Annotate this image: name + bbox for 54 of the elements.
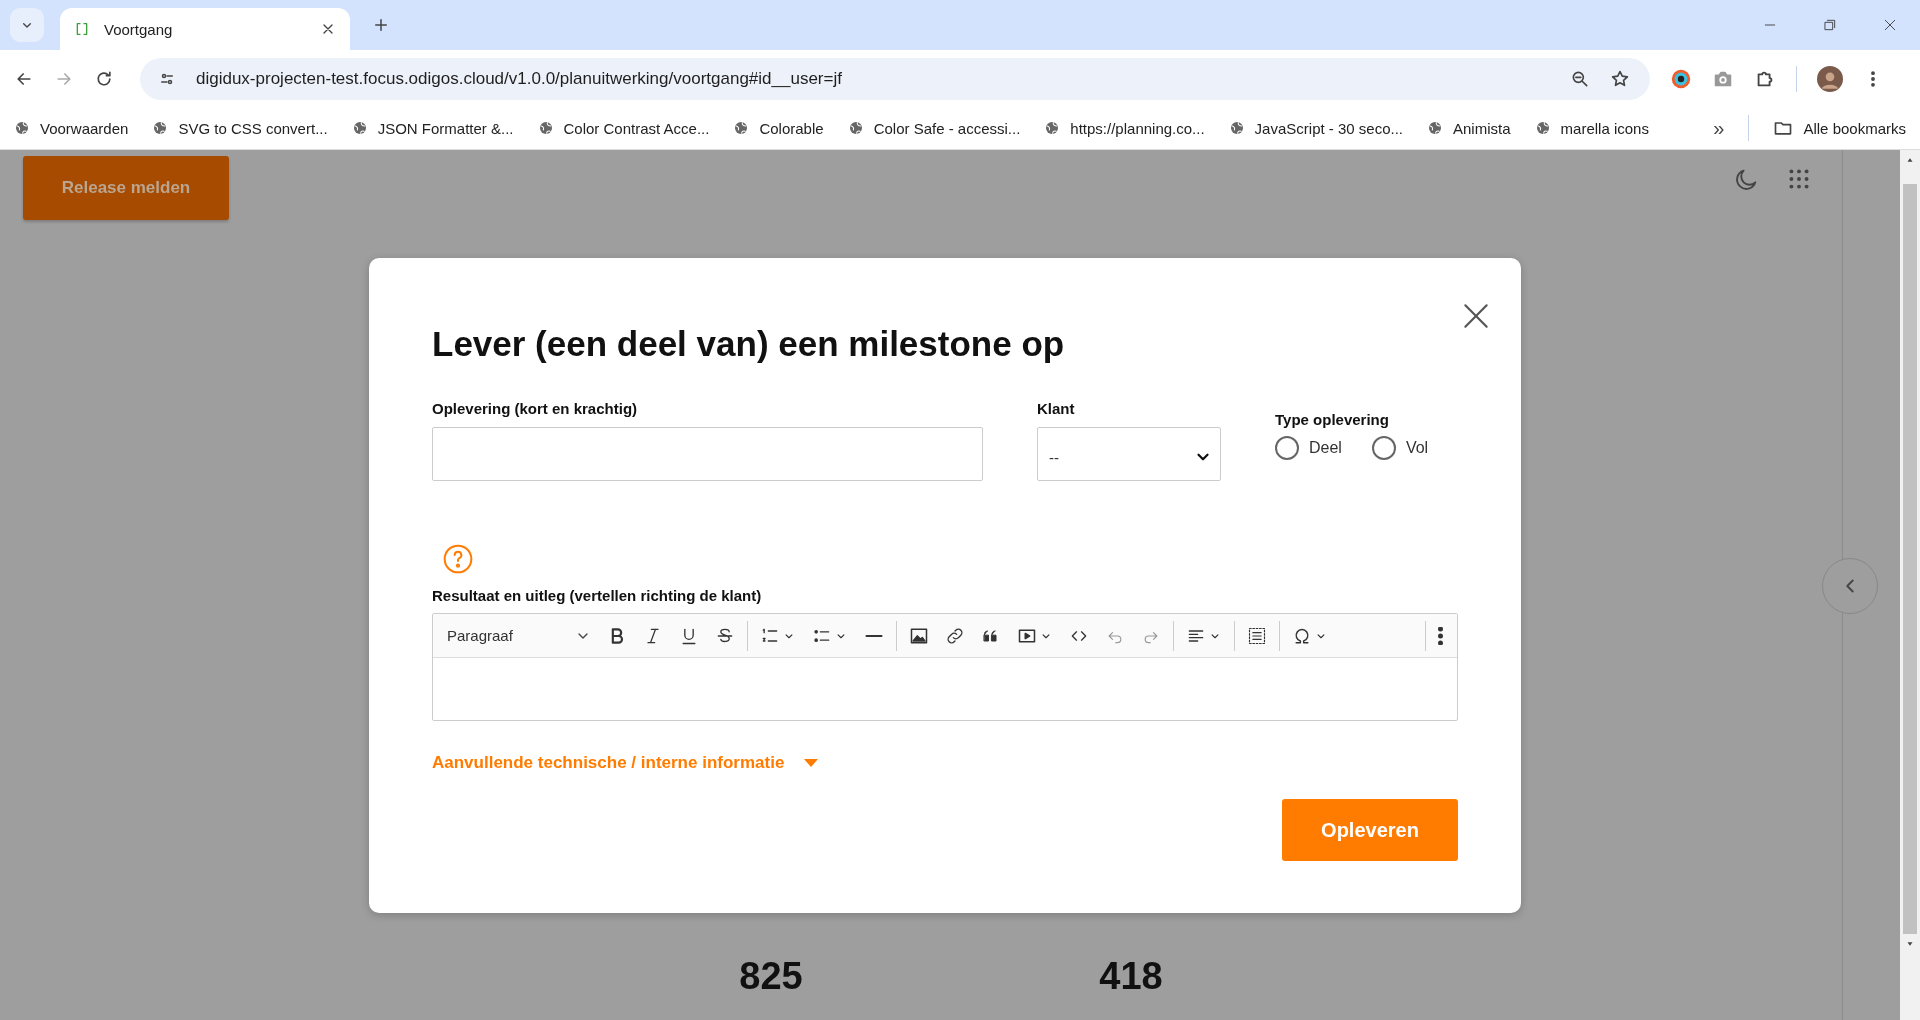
link-icon	[945, 625, 965, 646]
bookmark-link[interactable]: Voorwaarden	[14, 119, 129, 137]
field-label: Oplevering (kort en krachtig)	[432, 400, 639, 417]
bookmark-link[interactable]: https://planning.co...	[1044, 119, 1205, 137]
all-bookmarks-link[interactable]: Alle bookmarks	[1773, 118, 1906, 138]
extension-icon[interactable]	[1670, 67, 1692, 90]
bookmark-link[interactable]: Color Contrast Acce...	[537, 119, 710, 137]
bookmark-link[interactable]: Colorable	[733, 119, 824, 137]
bookmark-link[interactable]: marella icons	[1534, 119, 1649, 137]
scrollbar-thumb[interactable]	[1903, 184, 1917, 934]
avatar-icon[interactable]	[1817, 65, 1843, 92]
globe-icon	[733, 120, 750, 136]
new-tab-icon[interactable]	[372, 16, 390, 34]
field-label: Type oplevering	[1275, 411, 1390, 428]
address-bar[interactable]: digidux-projecten-test.focus.odigos.cloud/v1.0.0/planuitwerking/voortgang#id__user=jf	[140, 57, 1650, 100]
url-text: digidux-projecten-test.focus.odigos.cloud/v1.0.0/planuitwerking/voortgang#id__user=jf	[196, 68, 842, 89]
bookmark-link[interactable]: Color Safe - accessi...	[847, 119, 1021, 137]
scrollbar[interactable]	[1900, 150, 1920, 1020]
tab-title: Voortgang	[104, 20, 174, 38]
bookmark-link[interactable]: Animista	[1427, 119, 1511, 137]
field-label: Klant	[1037, 400, 1076, 417]
globe-icon	[351, 120, 368, 136]
radio-button[interactable]	[1371, 436, 1396, 460]
globe-icon	[152, 120, 169, 136]
paragraph-format-dropdown[interactable]: Paragraaf	[439, 627, 599, 644]
help-icon[interactable]	[442, 543, 474, 575]
radio-option[interactable]: Vol	[1371, 436, 1439, 460]
client-select[interactable]: --	[1037, 427, 1221, 481]
restore-icon[interactable]	[1822, 17, 1838, 33]
bookmark-link[interactable]: JSON Formatter &...	[351, 119, 514, 137]
stat-value: 825	[739, 955, 803, 998]
bookmark-link[interactable]: SVG to CSS convert...	[152, 119, 328, 137]
field-label: Resultaat en uitleg (vertellen richting de klant)	[432, 587, 763, 604]
globe-icon	[537, 120, 554, 136]
delivery-input[interactable]	[432, 427, 983, 481]
globe-icon	[1044, 120, 1061, 136]
star-icon[interactable]	[1610, 68, 1630, 89]
page-break-icon	[1247, 625, 1267, 646]
globe-icon	[1427, 120, 1443, 136]
modal-title: Lever (een deel van) een milestone op	[432, 324, 1066, 364]
globe-icon	[1228, 120, 1245, 136]
favicon-icon	[74, 21, 90, 37]
radio-button[interactable]	[1275, 436, 1299, 460]
globe-icon	[14, 120, 30, 136]
bookmark-link[interactable]: JavaScript - 30 seco...	[1228, 119, 1403, 137]
more-bookmarks-button[interactable]: »	[1713, 116, 1725, 140]
stat-value: 418	[1099, 955, 1163, 998]
horizontal-line-icon	[864, 633, 884, 638]
close-icon[interactable]	[1882, 17, 1898, 33]
globe-icon	[847, 120, 864, 136]
browser-tab[interactable]: Voortgang	[60, 8, 350, 50]
more-icon	[1438, 626, 1443, 645]
globe-icon	[1534, 120, 1551, 136]
radio-option[interactable]: Deel	[1275, 436, 1352, 460]
